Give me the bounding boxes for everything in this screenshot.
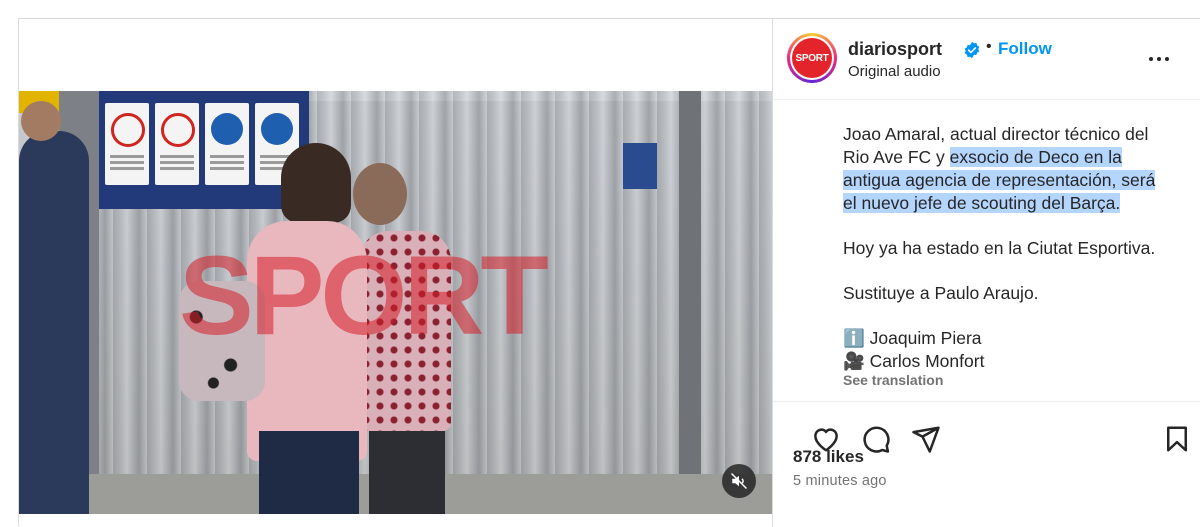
bookmark-icon[interactable]	[1162, 424, 1192, 454]
video-info-sign	[205, 103, 249, 185]
comment-icon[interactable]	[861, 424, 891, 454]
video-gate-sign	[623, 143, 657, 189]
mute-button[interactable]	[722, 464, 756, 498]
caption-paragraph: Hoy ya ha estado en la Ciutat Esportiva.	[843, 238, 1156, 258]
caption-highlighted-text: antigua agencia de representación, será	[843, 170, 1156, 190]
more-options-icon[interactable]	[1147, 49, 1171, 69]
video-person-legs	[259, 431, 359, 514]
caption-credits: ℹ️ Joaquim Piera 🎥 Carlos Monfort	[843, 327, 1193, 373]
video-prohibition-sign	[155, 103, 199, 185]
credit-name: Joaquim Piera	[869, 328, 982, 348]
post-timestamp[interactable]: 5 minutes ago	[793, 473, 887, 489]
video-person-head	[353, 163, 407, 225]
post-side-panel: SPORT diariosport • Follow Original audi…	[773, 19, 1200, 527]
caption-line: el nuevo jefe de scouting del Barça.	[843, 192, 1193, 215]
credit-name: Carlos Monfort	[869, 351, 985, 371]
post-caption: Joao Amaral, actual director técnico del…	[843, 123, 1193, 395]
avatar-story-ring[interactable]: SPORT	[787, 33, 837, 83]
video-sign-panel	[99, 91, 309, 209]
see-translation-link[interactable]: See translation	[843, 372, 943, 388]
caption-paragraph: Joao Amaral, actual director técnico del…	[843, 123, 1193, 215]
caption-line: antigua agencia de representación, será	[843, 169, 1193, 192]
audio-label[interactable]: Original audio	[848, 63, 941, 80]
video-person-hair	[281, 143, 351, 223]
separator-dot: •	[986, 38, 992, 55]
info-icon: ℹ️	[843, 328, 865, 348]
caption-line: Joao Amaral, actual director técnico del	[843, 124, 1149, 144]
caption-line: Rio Ave FC y exsocio de Deco en la	[843, 146, 1193, 169]
caption-highlighted-text: el nuevo jefe de scouting del Barça.	[843, 193, 1121, 213]
post-video[interactable]: SPORT	[19, 91, 772, 514]
video-watermark: SPORT	[179, 233, 549, 358]
camera-icon: 🎥	[843, 351, 865, 371]
instagram-post: SPORT SPORT diariosport • Follow Origina…	[18, 18, 1200, 527]
credit-line: ℹ️ Joaquim Piera	[843, 327, 1193, 350]
caption-highlighted-text: exsocio de Deco en la	[949, 147, 1122, 167]
post-header: SPORT diariosport • Follow Original audi…	[773, 19, 1200, 100]
avatar: SPORT	[792, 38, 832, 78]
video-prohibition-sign	[105, 103, 149, 185]
caption-paragraph: Sustituye a Paulo Araujo.	[843, 283, 1039, 303]
paper-plane-icon[interactable]	[911, 424, 941, 454]
credit-line: 🎥 Carlos Monfort	[843, 350, 1193, 373]
video-person	[19, 131, 89, 514]
verified-badge-icon	[964, 41, 980, 59]
likes-count[interactable]: 878 likes	[793, 447, 864, 467]
post-media-area: SPORT	[19, 19, 773, 527]
speaker-muted-icon	[730, 472, 748, 490]
video-person-head	[21, 101, 61, 141]
video-person-legs	[369, 431, 445, 514]
caption-text: Rio Ave FC y	[843, 147, 950, 167]
username[interactable]: diariosport	[848, 39, 942, 60]
follow-button[interactable]: Follow	[998, 39, 1052, 59]
video-pole	[679, 91, 701, 514]
